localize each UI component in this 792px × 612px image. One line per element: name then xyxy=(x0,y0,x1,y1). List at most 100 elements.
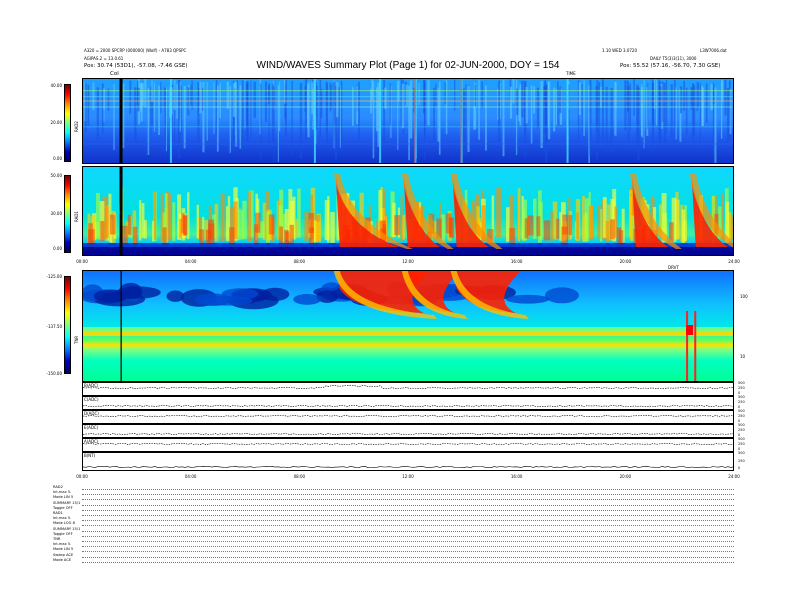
rad1-streak xyxy=(289,224,294,245)
tnr-right-tick: 10 xyxy=(740,354,746,359)
rad2-streak xyxy=(596,80,599,160)
settings-divider xyxy=(82,556,734,558)
rad1-streak xyxy=(517,188,521,242)
rad2-streak xyxy=(693,84,696,136)
rad2-streak xyxy=(502,79,505,157)
waveform-label: C(ADC) xyxy=(84,397,99,402)
rad2-streak xyxy=(543,86,545,134)
rad2-streak xyxy=(325,81,328,134)
rad2-streak xyxy=(307,84,309,129)
settings-divider xyxy=(82,546,734,548)
rad2-streak xyxy=(557,81,559,126)
rad2-streak xyxy=(615,82,617,109)
rad1-xtick: 04:00 xyxy=(184,259,197,264)
settings-line: Mode ACE xyxy=(53,557,72,562)
rad2-streak xyxy=(624,80,627,131)
rad1-ytick: 0.00 xyxy=(53,246,62,251)
rad2-streak xyxy=(304,79,308,141)
rad2-streak xyxy=(134,87,137,144)
page-title: WIND/WAVES Summary Plot (Page 1) for 02-… xyxy=(256,60,560,71)
waveform-label: A(ADC) xyxy=(84,439,99,444)
rad2-streak xyxy=(647,82,649,129)
rad2-spectrogram xyxy=(82,78,734,164)
settings-divider xyxy=(82,561,734,563)
waveform-plot xyxy=(82,432,735,436)
rad2-streak xyxy=(199,81,202,114)
rad2-streak xyxy=(190,85,192,106)
tnr-colorbar xyxy=(64,276,71,374)
waveform-xtick: 20:00 xyxy=(619,474,632,479)
rad2-streak xyxy=(633,79,635,116)
rad1-streak xyxy=(584,198,590,242)
rad1-streak xyxy=(394,215,401,236)
tnr-ytick: -150.00 xyxy=(46,371,62,376)
rad2-streak xyxy=(701,86,704,126)
waveform-panel xyxy=(82,410,735,424)
tnr-dark-region xyxy=(93,289,129,303)
settings-divider xyxy=(82,530,734,532)
waveform-trace xyxy=(82,442,735,446)
rad2-streak xyxy=(291,80,293,156)
rad2-burst xyxy=(313,79,316,163)
rad1-colorbar xyxy=(64,175,71,253)
rad2-streak xyxy=(581,84,583,133)
rad2-streak xyxy=(96,87,99,140)
rad2-streak xyxy=(151,80,154,102)
rad2-streak xyxy=(462,88,466,155)
rad2-streak xyxy=(409,80,413,139)
rad2-streak xyxy=(376,87,379,132)
waveform-trace xyxy=(82,384,735,390)
rad2-band xyxy=(83,106,733,108)
waveform-scale-tick: 250 xyxy=(738,458,745,463)
rad2-streak xyxy=(524,81,526,134)
waveform-xtick: 24:00 xyxy=(728,474,740,479)
rad1-streak xyxy=(208,219,215,240)
cursor-line xyxy=(119,79,123,163)
waveform-label: E(ADC) xyxy=(84,425,99,430)
settings-divider xyxy=(82,515,734,516)
rad2-streak xyxy=(283,79,286,104)
rad2-band xyxy=(83,100,733,102)
rad1-streak xyxy=(242,200,247,240)
rad1-streak xyxy=(152,220,155,242)
rad1-streak xyxy=(449,217,455,238)
rad2-band xyxy=(83,90,733,92)
rad2-streak xyxy=(724,79,727,116)
rad2-streak xyxy=(680,86,683,114)
waveform-xtick: 16:00 xyxy=(510,474,523,479)
rad1-streak xyxy=(527,215,534,236)
rad1-streak xyxy=(196,204,199,239)
rad1-streak xyxy=(88,223,93,244)
rad1-streak xyxy=(237,208,241,241)
rad1-xtick: 16:00 xyxy=(510,259,523,264)
waveform-xtick: 00:00 xyxy=(76,474,88,479)
waveform-trace xyxy=(82,414,735,418)
rad2-band xyxy=(83,126,733,128)
tnr-spectrogram xyxy=(82,270,734,382)
rad2-burst xyxy=(566,79,569,163)
rad1-ytick: 50.00 xyxy=(50,173,62,178)
rad2-streak xyxy=(332,81,336,150)
rad2-streak xyxy=(685,87,688,135)
rad1-streak xyxy=(104,206,109,238)
rad1-xtick: 00:00 xyxy=(76,259,88,264)
rad1-streak xyxy=(629,195,633,239)
rad1-xtick: 20:00 xyxy=(619,259,632,264)
waveform-trace xyxy=(82,465,735,469)
rad2-streak xyxy=(122,83,125,149)
rad2-streak xyxy=(260,83,262,162)
rad2-streak xyxy=(319,79,322,137)
rad2-colorbar xyxy=(64,84,71,162)
rad1-streak xyxy=(582,195,585,242)
rad2-streak xyxy=(358,81,360,139)
rad2-streak xyxy=(389,83,391,126)
rad2-streak xyxy=(670,84,673,138)
rad1-streak xyxy=(609,219,615,240)
rad2-streak xyxy=(250,80,252,138)
rad1-streak xyxy=(496,188,502,238)
rad2-streak xyxy=(160,82,162,114)
settings-divider xyxy=(82,499,734,501)
waveform-xtick: 08:00 xyxy=(293,474,306,479)
rad2-streak xyxy=(699,83,701,152)
rad1-streak xyxy=(550,211,554,242)
